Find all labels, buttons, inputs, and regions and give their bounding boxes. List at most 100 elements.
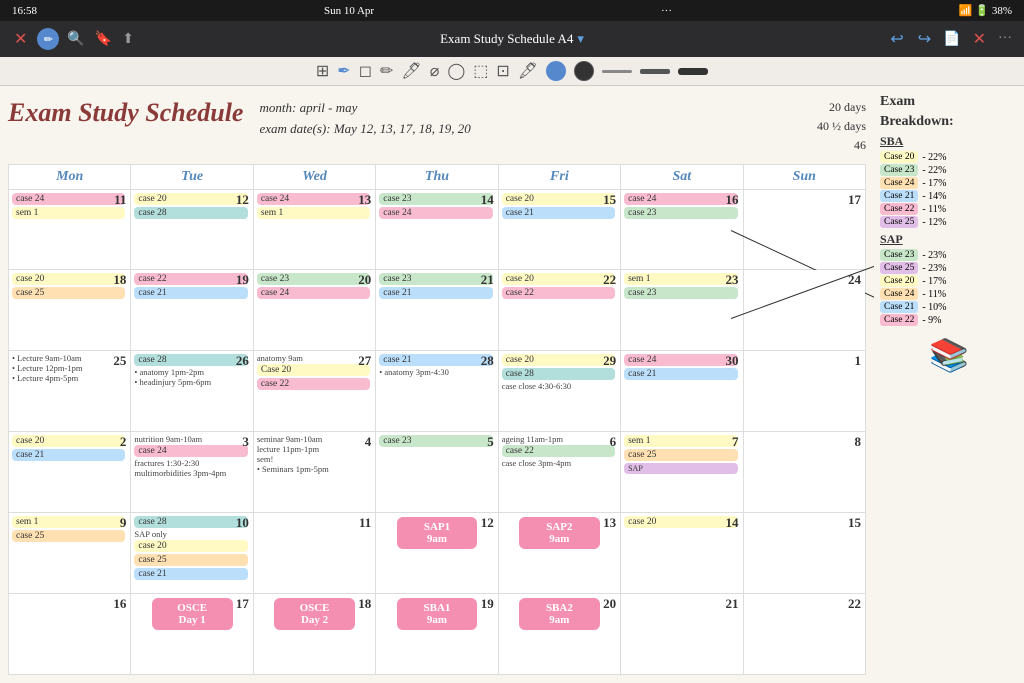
day-num: 19 <box>236 272 249 288</box>
event-tag: sem 1 <box>12 207 125 219</box>
wifi-icon: 📶 <box>959 5 975 17</box>
event-tag: case 20 <box>502 354 615 366</box>
main-toolbar: ✕ ✏ 🔍 🔖 ⬆ Exam Study Schedule A4 ▾ ↩ ↪ 📄… <box>0 21 1024 57</box>
eraser-icon[interactable]: ◻ <box>359 61 372 81</box>
sba-item-3: Case 24 - 17% <box>880 177 1018 189</box>
cell-thu-w6: 19 SBA19am <box>376 594 498 675</box>
marker-icon[interactable]: 🖊 <box>401 61 421 81</box>
lasso-icon[interactable]: ⌀ <box>430 61 440 81</box>
fracture-text: fractures 1:30-2:30 <box>134 458 249 468</box>
day-num: 17 <box>236 596 249 612</box>
anatomy-text-2: • headinjury 5pm-6pm <box>134 377 249 387</box>
lecture-text-2: • Lecture 12pm-1pm <box>12 363 127 373</box>
sidebar: Exam Breakdown: SBA Case 20 - 22% Case 2… <box>874 86 1024 683</box>
event-tag: case 21 <box>502 207 615 219</box>
toolbar-center: Exam Study Schedule A4 ▾ <box>264 31 760 47</box>
cell-tue-w5: 10 case 28 SAP only case 20 case 25 case… <box>131 513 253 594</box>
day-num: 16 <box>113 596 126 612</box>
event-tag: case 25 <box>12 287 125 299</box>
event-tag: case 28 <box>134 354 247 366</box>
sba-item-6: Case 25 - 12% <box>880 216 1018 228</box>
sba-case-pct-5: - 11% <box>922 204 946 215</box>
battery-wifi: 📶 🔋 38% <box>959 4 1012 17</box>
shapes-icon[interactable]: ◯ <box>447 61 465 81</box>
color-blue[interactable] <box>546 61 566 81</box>
event-tag: sem 1 <box>624 435 737 447</box>
day-num: 28 <box>481 353 494 369</box>
sap-item-3: Case 20 - 17% <box>880 275 1018 287</box>
day-num: 16 <box>726 192 739 208</box>
redo-button[interactable]: ↪ <box>914 27 935 51</box>
sap-item-5: Case 21 - 10% <box>880 301 1018 313</box>
content-area: Exam Study Schedule month: april - may e… <box>0 86 1024 683</box>
ageing-text: ageing 11am-1pm <box>502 434 617 444</box>
search-icon[interactable]: 🔍 <box>65 29 86 50</box>
line-medium[interactable] <box>640 69 670 74</box>
lecture-text-3: • Lecture 4pm-5pm <box>12 373 127 383</box>
grid-icon[interactable]: ⊞ <box>316 61 329 81</box>
sap-case-pct-2: - 23% <box>922 263 946 274</box>
cell-thu-w1: 14 case 23 case 24 <box>376 189 498 270</box>
event-tag: case 20 <box>134 193 247 205</box>
ipad-frame: 16:58 Sun 10 Apr ··· 📶 🔋 38% ✕ ✏ 🔍 🔖 ⬆ E… <box>0 0 1024 683</box>
bookmark-icon[interactable]: 🔖 <box>93 29 114 50</box>
cell-sun-w3: 1 <box>743 351 865 432</box>
day-num: 13 <box>358 192 371 208</box>
eyedropper-icon[interactable]: 🖋 <box>518 61 538 81</box>
day-num: 19 <box>481 596 494 612</box>
cell-mon-w6: 16 <box>9 594 131 675</box>
close-right-button[interactable]: ✕ <box>969 27 990 51</box>
exam-tag-osce2: OSCEDay 2 <box>274 598 355 630</box>
line-thin[interactable] <box>602 70 632 73</box>
event-tag: case 23 <box>379 435 492 447</box>
day-num: 22 <box>603 272 616 288</box>
transform-icon[interactable]: ⊡ <box>496 61 509 81</box>
event-tag: case 23 <box>257 273 370 285</box>
share-icon[interactable]: ⬆ <box>120 29 136 50</box>
day-num: 17 <box>848 192 861 208</box>
sba-item-1: Case 20 - 22% <box>880 151 1018 163</box>
time: 16:58 <box>12 5 37 17</box>
multi-text: multimorbidities 3pm-4pm <box>134 468 249 478</box>
line-thick[interactable] <box>678 68 708 75</box>
app-icon: ✏ <box>37 28 59 50</box>
cell-sun-w1: 17 <box>743 189 865 270</box>
seminar2-text: • Seminars 1pm-5pm <box>257 464 372 474</box>
day-num: 18 <box>358 596 371 612</box>
cell-fri-w5: 13 SAP29am <box>498 513 620 594</box>
event-tag: case 28 <box>134 516 247 528</box>
event-tag: case 20 <box>12 435 125 447</box>
day-num: 13 <box>603 515 616 531</box>
insert-icon[interactable]: ⬚ <box>473 61 488 81</box>
day-num: 27 <box>358 353 371 369</box>
new-doc-icon[interactable]: 📄 <box>941 29 962 50</box>
event-tag: case 24 <box>134 445 247 457</box>
event-tag: case 23 <box>624 207 737 219</box>
sap-item-1: Case 23 - 23% <box>880 249 1018 261</box>
cell-fri-w1: 15 case 20 case 21 <box>498 189 620 270</box>
event-tag: case 23 <box>624 287 737 299</box>
close-button[interactable]: ✕ <box>10 27 31 51</box>
undo-button[interactable]: ↩ <box>886 27 907 51</box>
sba-case-label-2: Case 23 <box>880 164 918 176</box>
cell-wed-w1: 13 case 24 sem 1 <box>253 189 375 270</box>
more-icon[interactable]: ··· <box>996 29 1014 49</box>
draw-toolbar: ⊞ ✒ ◻ ✏ 🖊 ⌀ ◯ ⬚ ⊡ 🖋 <box>0 57 1024 86</box>
sba-item-2: Case 23 - 22% <box>880 164 1018 176</box>
pen-icon[interactable]: ✒ <box>337 61 350 81</box>
day-num: 22 <box>848 596 861 612</box>
event-tag: case 24 <box>379 207 492 219</box>
schedule-area: Exam Study Schedule month: april - may e… <box>0 86 874 683</box>
day-num: 14 <box>726 515 739 531</box>
event-tag: case 20 <box>502 193 615 205</box>
event-tag: case 21 <box>379 354 492 366</box>
pencil-icon[interactable]: ✏ <box>380 61 393 81</box>
sba-case-label-1: Case 20 <box>880 151 918 163</box>
sem-text: sem! <box>257 454 372 464</box>
title-dropdown-icon[interactable]: ▾ <box>577 31 584 47</box>
color-dark[interactable] <box>574 61 594 81</box>
day-num: 12 <box>481 515 494 531</box>
day-num: 9 <box>120 515 127 531</box>
cell-fri-w6: 20 SBA29am <box>498 594 620 675</box>
cell-mon-w3: 25 • Lecture 9am-10am • Lecture 12pm-1pm… <box>9 351 131 432</box>
